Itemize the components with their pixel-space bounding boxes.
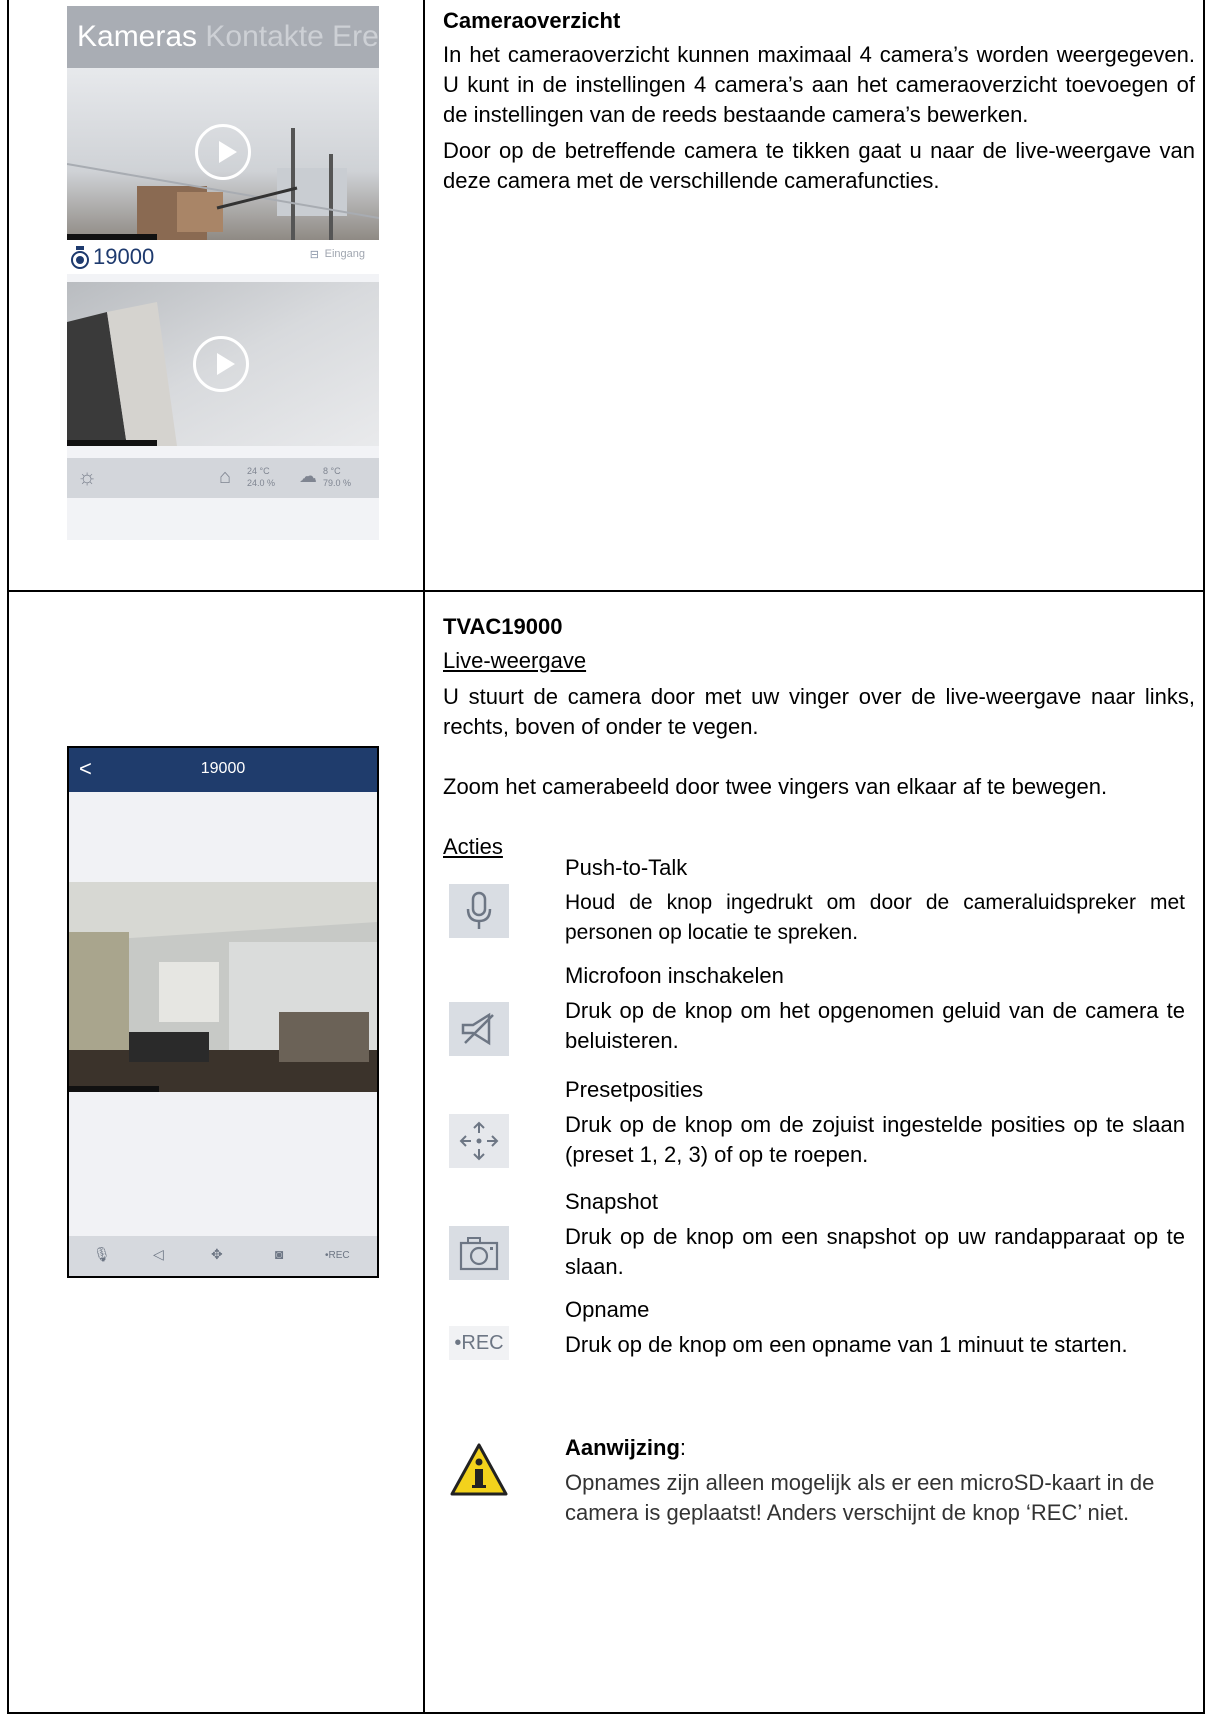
app-tab-bar: Kameras Kontakte Ereig [67, 6, 379, 68]
camera-location: Eingang [324, 248, 365, 260]
tab-ereig: Ereig [332, 20, 379, 53]
warning-info-icon [450, 1443, 508, 1496]
tab-kontakte: Kontakte [205, 20, 324, 53]
note-title: Aanwijzing: [565, 1435, 687, 1460]
note-text: Opnames zijn alleen mogelijk als er een … [565, 1470, 1155, 1525]
tab-kameras: Kameras [77, 20, 198, 53]
camera-icon [449, 1226, 509, 1280]
camera-1-image [67, 68, 379, 240]
microphone-icon [449, 884, 509, 938]
timestamp-overlay [67, 440, 157, 446]
camera-icon[interactable]: ◙ [275, 1246, 283, 1262]
subheading-live-view: Live-weergave [443, 648, 587, 673]
document-table: Kameras Kontakte Ereig [7, 0, 1205, 1714]
cloud-rain-icon: ☁ [299, 466, 317, 486]
play-button[interactable] [195, 124, 251, 180]
camera-id: 19000 [93, 244, 155, 269]
outdoor-temp: 8 °C [323, 466, 341, 476]
preset-arrows-icon[interactable]: ✥ [211, 1246, 223, 1263]
live-view-title: 19000 [200, 760, 246, 777]
timestamp-overlay [69, 1086, 159, 1092]
camera-1-info: 19000 ⊟ Eingang [67, 240, 379, 274]
rec-button[interactable]: •REC [325, 1250, 350, 1261]
indoor-temp: 24 °C [247, 466, 270, 476]
paragraph: Zoom het camerabeeld door twee vingers v… [443, 774, 1108, 799]
outdoor-humidity: 79.0 % [323, 478, 352, 488]
door-icon: ⊟ [309, 249, 319, 261]
live-view-header: < 19000 [69, 748, 377, 792]
live-view-description: TVAC19000 Live-weergave U stuurt de came… [425, 592, 1205, 1712]
action-title: Push-to-Talk [565, 855, 688, 880]
live-camera-image [69, 882, 377, 1092]
weather-bar: ☼ ⌂ 24 °C 24.0 % ☁ 8 °C 79.0 % [67, 458, 379, 498]
action-title: Presetposities [565, 1077, 704, 1102]
action-description: Druk op de knop om de zojuist ingestelde… [565, 1112, 1185, 1167]
play-button[interactable] [193, 336, 249, 392]
paragraph: U stuurt de camera door met uw vinger ov… [443, 684, 1195, 739]
live-view-toolbar: 🎙︎ ◁ ✥ ◙ •REC [69, 1236, 377, 1276]
indoor-humidity: 24.0 % [247, 478, 276, 488]
action-description: Druk op de knop om een snapshot op uw ra… [565, 1224, 1185, 1279]
preset-arrows-icon [449, 1114, 509, 1168]
speaker-muted-icon [449, 1002, 509, 1056]
paragraph: In het cameraoverzicht kunnen maximaal 4… [443, 42, 1195, 127]
camera-2-image [67, 282, 379, 446]
house-icon: ⌂ [219, 466, 232, 488]
rec-icon: •REC [449, 1326, 509, 1360]
action-description: Houd de knop ingedrukt om door de camera… [565, 891, 1185, 944]
action-description: Druk op de knop om een opname van 1 minu… [565, 1332, 1128, 1357]
live-view-screenshot: < 19000 🎙︎ ◁ ✥ ◙ •REC [67, 746, 379, 1278]
section-heading: TVAC19000 [443, 614, 563, 639]
action-title: Opname [565, 1297, 650, 1322]
action-title: Microfoon inschakelen [565, 963, 784, 988]
camera-overview-screenshot: Kameras Kontakte Ereig [67, 6, 379, 540]
camera-overview-description: Cameraoverzicht In het cameraoverzicht k… [425, 0, 1205, 590]
speaker-muted-icon[interactable]: ◁ [153, 1246, 164, 1263]
section-heading: Cameraoverzicht [443, 8, 621, 33]
camera-icon [71, 246, 89, 269]
action-title: Snapshot [565, 1189, 658, 1214]
microphone-icon[interactable]: 🎙︎ [93, 1246, 111, 1263]
sun-icon: ☼ [77, 464, 98, 489]
action-description: Druk op de knop om het opgenomen geluid … [565, 998, 1185, 1053]
paragraph: Door op de betreffende camera te tikken … [443, 138, 1195, 193]
